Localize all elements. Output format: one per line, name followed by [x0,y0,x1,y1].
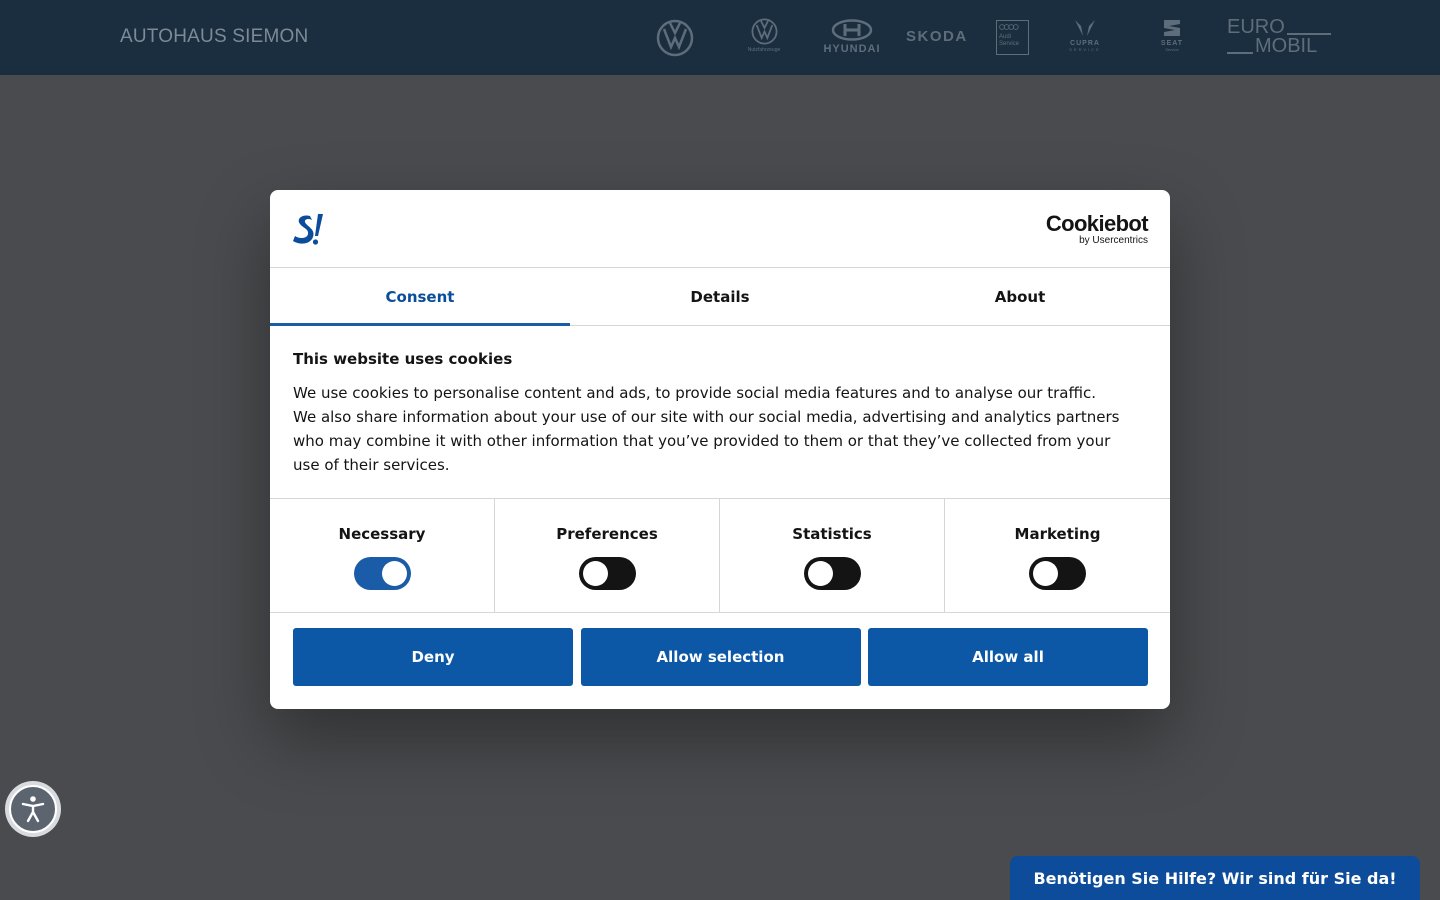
logo-text: HYUNDAI [823,43,881,55]
logo-caption: Service [1165,47,1179,52]
accessibility-button-inner [9,785,57,833]
toggle-knob [582,561,608,586]
dialog-actions: Deny Allow selection Allow all [293,628,1148,686]
seat-icon [1164,20,1180,36]
volkswagen-nutzfahrzeuge-logo[interactable]: Nutzfahrzeuge [744,18,784,53]
dialog-header: Cookiebot by Usercentrics [270,190,1170,268]
cookiebot-logo[interactable]: Cookiebot by Usercentrics [1045,211,1149,247]
category-label: Necessary [338,525,426,543]
statistics-toggle[interactable] [803,557,861,590]
toggle-knob [807,561,833,586]
necessary-toggle[interactable] [353,557,411,590]
logo-caption-line: Audi [999,34,1012,40]
logo-text: MOBIL [1255,35,1318,57]
brand-name[interactable]: AUTOHAUS SIEMON [120,26,308,48]
logo-caption-line: Service [999,41,1020,47]
toggle-knob [381,561,407,586]
logo-caption: Audi Service [999,34,1019,48]
category-marketing: Marketing [945,499,1170,612]
audi-service-logo[interactable]: Audi Service [996,20,1029,55]
deny-button[interactable]: Deny [293,628,573,686]
marketing-toggle[interactable] [1029,557,1086,590]
logo-caption: SERVICE [1069,47,1101,52]
tab-details[interactable]: Details [570,268,870,325]
tab-consent[interactable]: Consent [270,268,570,326]
category-necessary: Necessary [270,499,495,612]
logo-caption: CUPRA [1070,40,1100,47]
help-chat-button[interactable]: Benötigen Sie Hilfe? Wir sind für Sie da… [1010,856,1420,900]
volkswagen-icon [656,19,694,57]
consent-categories: Necessary Preferences Statistics Marketi… [270,498,1170,613]
audi-rings-icon [999,24,1019,30]
preferences-toggle[interactable] [578,557,636,590]
volkswagen-icon [751,18,777,45]
cupra-icon [1075,20,1095,36]
allow-selection-button[interactable]: Allow selection [580,628,861,686]
euromobil-logo[interactable]: EURO MOBIL [1227,17,1331,57]
cupra-logo[interactable]: CUPRA SERVICE [1062,18,1108,52]
toggle-knob [1033,561,1058,586]
tab-about[interactable]: About [870,268,1170,325]
cookiebot-name: Cookiebot [1045,211,1149,236]
euromobil-line-2: MOBIL [1227,35,1318,57]
category-preferences: Preferences [495,499,720,612]
skoda-logo[interactable]: SKODA [906,28,968,45]
dialog-title: This website uses cookies [293,350,513,368]
category-label: Preferences [556,525,658,543]
dialog-description: We use cookies to personalise content an… [293,384,1120,474]
volkswagen-logo[interactable] [656,19,694,57]
category-label: Statistics [792,525,872,543]
dialog-tabs: Consent Details About [270,268,1170,326]
s-logo [293,214,323,245]
accessibility-button[interactable] [5,781,61,837]
logo-bar [1227,52,1253,54]
cookie-consent-dialog: Cookiebot by Usercentrics Consent Detail… [270,190,1170,709]
category-label: Marketing [1014,525,1101,543]
hyundai-logo[interactable]: HYUNDAI [820,19,884,55]
logo-caption: SEAT [1160,40,1184,47]
seat-logo[interactable]: SEAT Service [1154,18,1190,52]
accessibility-icon [21,796,45,823]
cookiebot-subtitle: by Usercentrics [1079,235,1148,246]
category-statistics: Statistics [720,499,945,612]
site-header: AUTOHAUS SIEMON Nutzfahrzeuge HYUNDAI SK… [0,0,1440,75]
allow-all-button[interactable]: Allow all [868,628,1148,686]
logo-caption: Nutzfahrzeuge [747,47,781,53]
hyundai-icon [831,19,873,41]
